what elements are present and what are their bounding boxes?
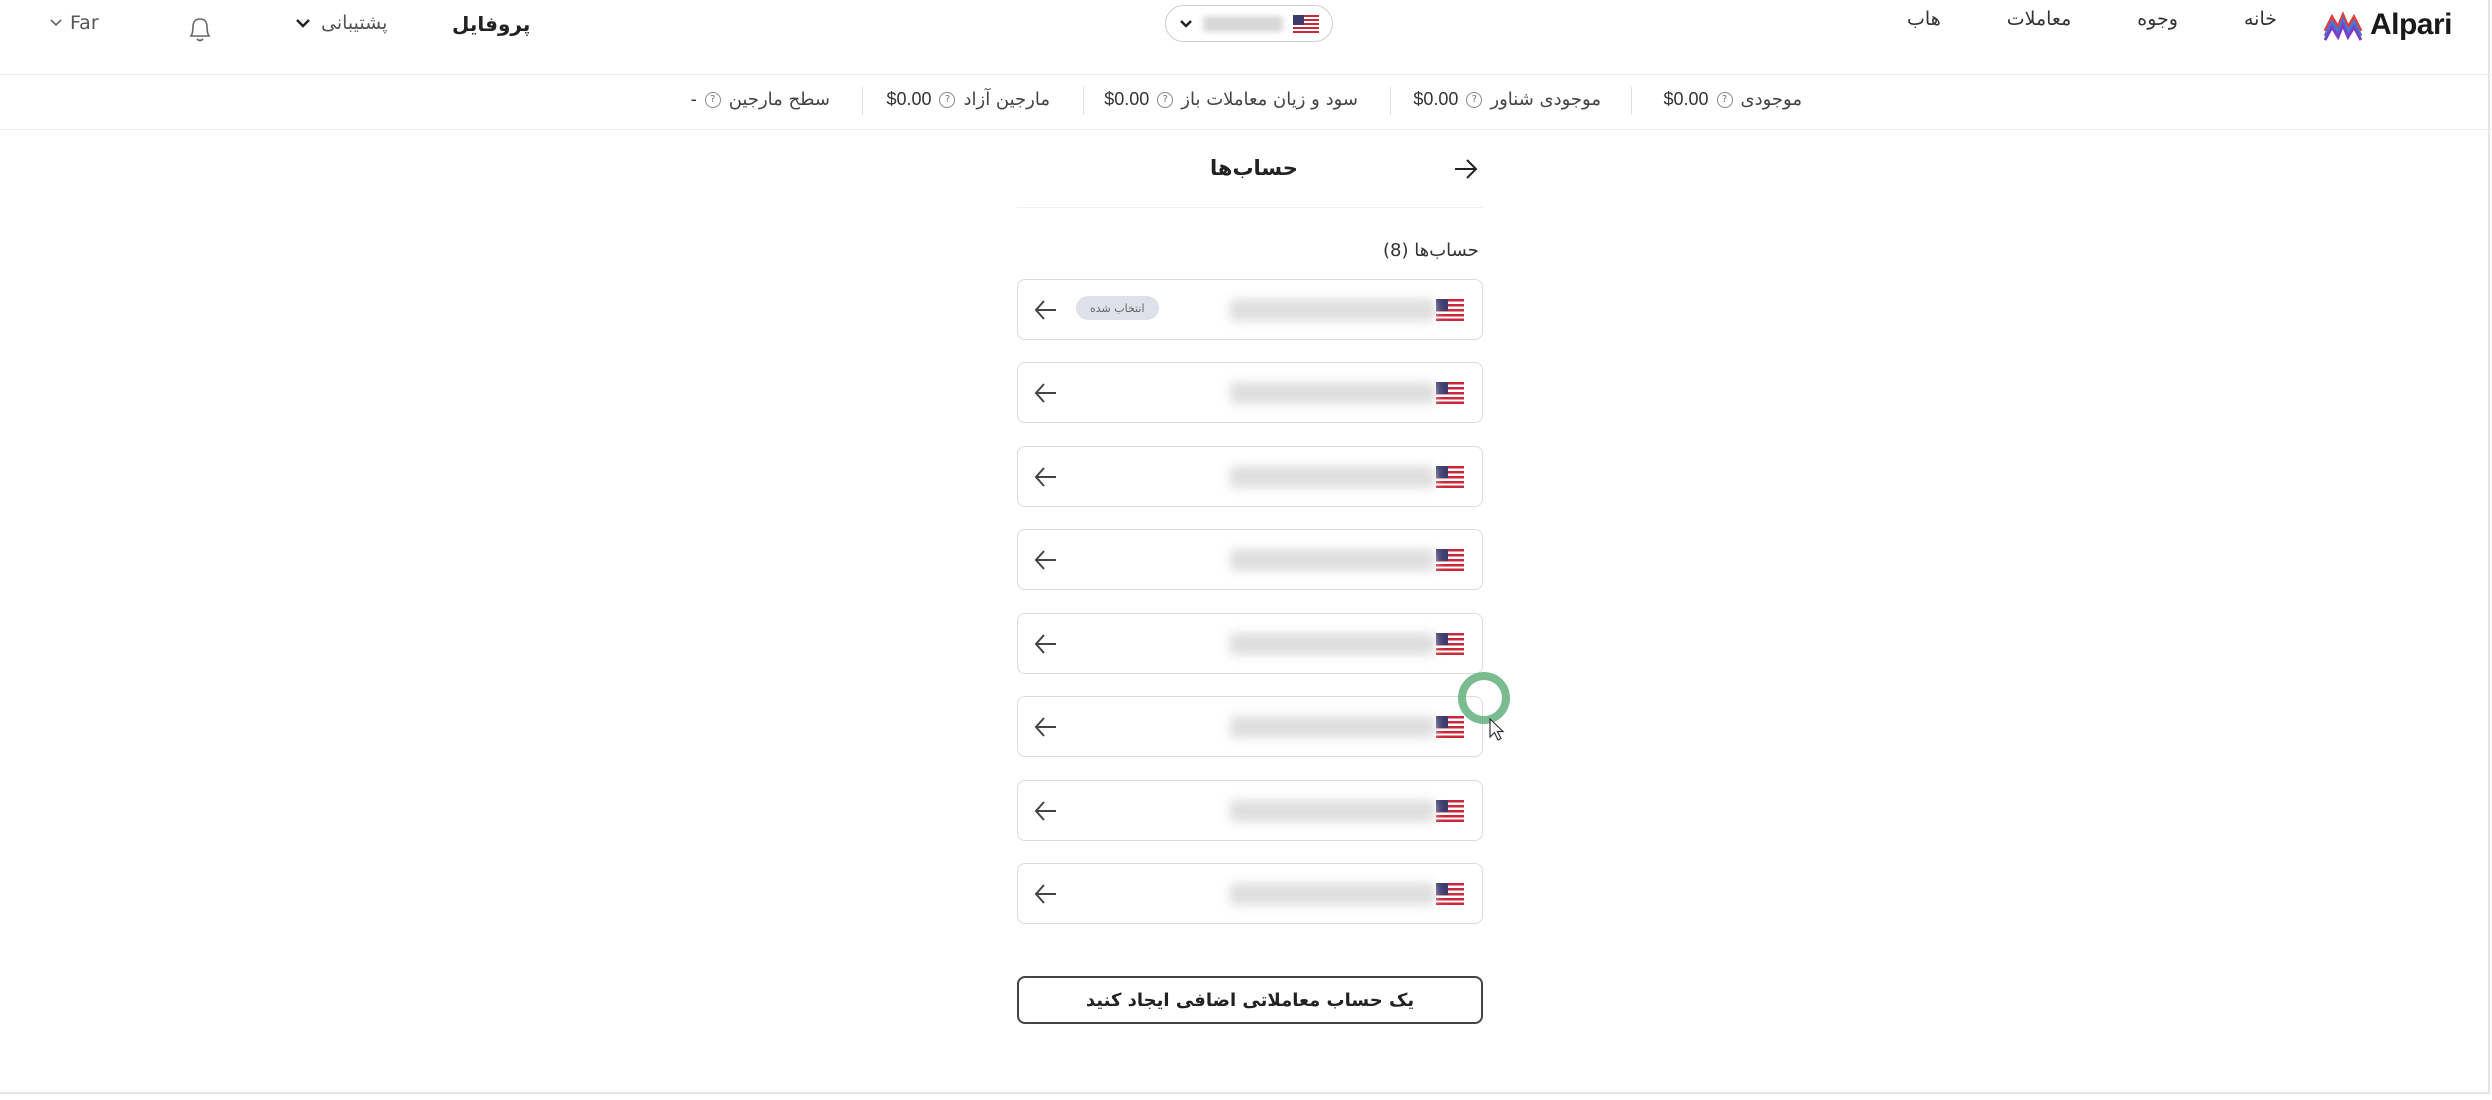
divider [1017,207,1483,208]
arrow-left-icon [1034,884,1056,904]
account-number-blurred [1230,716,1435,738]
account-number-blurred [1230,299,1435,321]
arrow-left-icon [1034,717,1056,737]
support-dropdown[interactable]: پشتیبانی [295,12,387,34]
click-indicator [1458,672,1510,724]
metric-equity: موجودی شناور ? $0.00 [1413,89,1601,110]
metric-value: - [690,89,697,109]
info-icon[interactable]: ? [939,91,956,108]
us-flag-icon [1436,549,1464,571]
logo-text: Alpari [2369,8,2453,41]
profile-link[interactable]: پروفایل [452,12,530,36]
account-row[interactable] [1017,863,1483,924]
metric-free-margin: مارجین آزاد ? $0.00 [886,89,1050,110]
mouse-cursor-icon [1489,718,1505,741]
nav-trading[interactable]: معاملات [2007,8,2072,30]
chevron-down-icon [50,19,62,27]
selected-badge: انتخاب شده [1076,296,1159,320]
metric-label: موجودی شناور [1490,89,1601,110]
language-selector[interactable]: Far [50,12,99,34]
account-number-blurred [1203,15,1283,32]
metric-margin-level: سطح مارجین ? - [691,89,830,110]
account-number-blurred [1230,382,1435,404]
arrow-left-icon [1034,300,1056,320]
nav-funds[interactable]: وجوه [2137,8,2178,30]
logo[interactable]: Alpari [2323,8,2453,42]
arrow-left-icon [1034,550,1056,570]
us-flag-icon [1436,883,1464,905]
nav-home[interactable]: خانه [2244,8,2277,30]
accounts-count: حساب‌ها (8) [1383,240,1479,261]
page-title: حساب‌ها [1210,156,1298,180]
account-number-blurred [1230,466,1435,488]
metric-label: موجودی [1740,89,1802,110]
divider [1083,87,1084,115]
us-flag-icon [1436,716,1464,738]
account-number-blurred [1230,800,1435,822]
account-row[interactable] [1017,446,1483,507]
us-flag-icon [1293,14,1319,33]
account-metrics-bar: موجودی ? $0.00 موجودی شناور ? $0.00 سود … [0,75,2492,130]
us-flag-icon [1436,299,1464,321]
back-arrow-icon[interactable] [1453,158,1479,180]
metric-value: $0.00 [886,89,932,109]
metric-value: $0.00 [1663,89,1709,109]
account-row[interactable] [1017,696,1483,757]
account-number-blurred [1230,549,1435,571]
info-icon[interactable]: ? [704,91,721,108]
divider [862,87,863,115]
us-flag-icon [1436,382,1464,404]
account-row[interactable] [1017,613,1483,674]
create-account-button[interactable]: یک حساب معاملاتی اضافی ایجاد کنید [1017,976,1483,1024]
us-flag-icon [1436,633,1464,655]
language-label: Far [70,12,99,34]
info-icon[interactable]: ? [1716,91,1733,108]
account-row[interactable] [1017,362,1483,423]
us-flag-icon [1436,800,1464,822]
account-selector[interactable] [1165,5,1333,42]
metric-value: $0.00 [1413,89,1459,109]
metric-label: سطح مارجین [728,89,830,110]
account-number-blurred [1230,633,1435,655]
account-row[interactable]: انتخاب شده [1017,279,1483,340]
chevron-down-icon [296,19,310,28]
chevron-down-icon [1180,19,1192,28]
metric-open-pnl: سود و زیان معاملات باز ? $0.00 [1104,89,1358,110]
metric-label: سود و زیان معاملات باز [1181,89,1358,110]
arrow-left-icon [1034,383,1056,403]
main-nav: خانه وجوه معاملات هاب [1907,8,2277,30]
info-icon[interactable]: ? [1157,91,1174,108]
divider [1390,87,1391,115]
account-row[interactable] [1017,529,1483,590]
arrow-left-icon [1034,634,1056,654]
account-row[interactable] [1017,780,1483,841]
alpari-logo-icon [2323,11,2362,41]
bell-icon[interactable] [186,14,214,44]
arrow-left-icon [1034,467,1056,487]
support-label: پشتیبانی [321,12,388,34]
arrow-left-icon [1034,801,1056,821]
nav-hub[interactable]: هاب [1907,8,1941,30]
info-icon[interactable]: ? [1466,91,1483,108]
top-navigation: Alpari خانه وجوه معاملات هاب پروفایل پشت… [0,0,2492,75]
metric-label: مارجین آزاد [963,89,1050,110]
metric-balance: موجودی ? $0.00 [1663,89,1802,110]
metric-value: $0.00 [1104,89,1150,109]
account-number-blurred [1230,883,1435,905]
us-flag-icon [1436,466,1464,488]
divider [1631,87,1632,115]
